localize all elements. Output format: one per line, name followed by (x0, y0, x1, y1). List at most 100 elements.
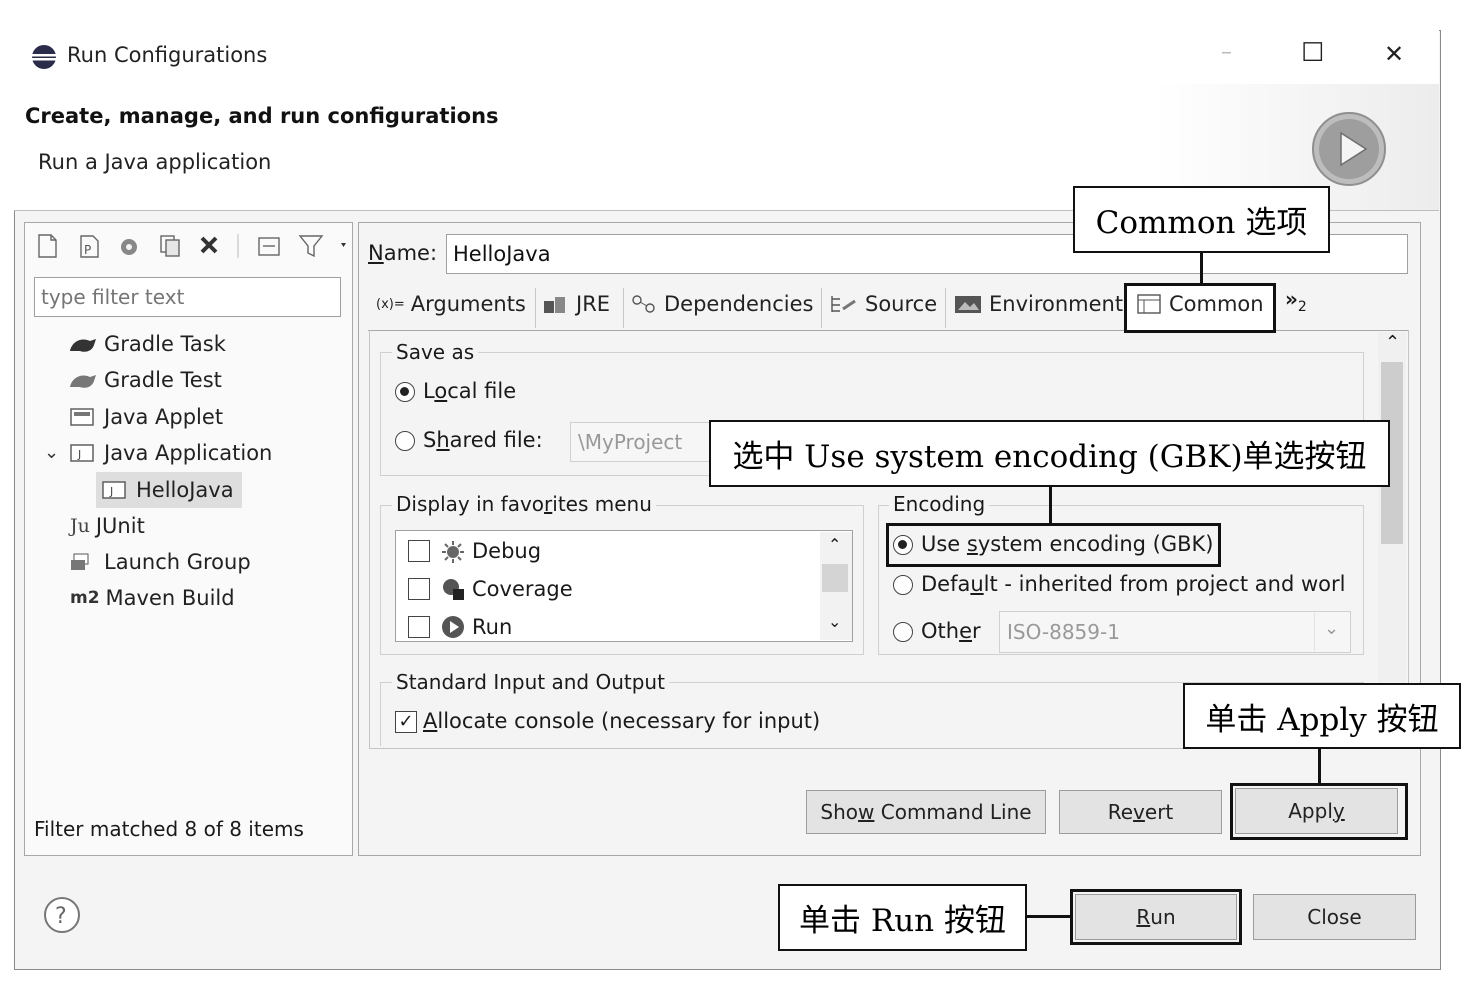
header-subtitle: Run a Java application (38, 150, 272, 174)
tab-jre[interactable]: JRE (542, 292, 610, 316)
svg-text:?: ? (55, 904, 67, 929)
filter-icon (298, 235, 324, 258)
help-icon[interactable]: ? (42, 895, 82, 935)
launch-group-icon (71, 553, 89, 570)
favorites-label: Display in favorites menu (392, 492, 656, 516)
window-title: Run Configurations (67, 43, 268, 67)
run-label: Run (472, 615, 513, 639)
callout-encoding-line (1049, 487, 1052, 524)
tree-item-maven-build[interactable]: m2 Maven Build (70, 586, 235, 610)
run-checkbox[interactable] (408, 616, 430, 638)
callout-apply: 单击 Apply 按钮 (1183, 683, 1461, 749)
duplicate-icon (160, 235, 180, 257)
other-encoding-radio[interactable] (893, 622, 913, 642)
gradle-icon (70, 339, 96, 352)
chevron-down-icon[interactable]: ⌄ (44, 442, 59, 463)
view-menu-icon (341, 243, 346, 247)
dependencies-icon (632, 295, 655, 313)
filter-status: Filter matched 8 of 8 items (34, 817, 304, 841)
title-bar: Run Configurations – ☐ ✕ (14, 30, 1439, 84)
collapse-all-icon (258, 237, 280, 256)
favorites-scrollbar[interactable]: ⌃ ⌄ (820, 532, 852, 640)
callout-run: 单击 Run 按钮 (778, 884, 1027, 951)
maximize-button[interactable]: ☐ (1301, 38, 1324, 68)
run-icon (442, 616, 464, 638)
tree-item-java-application[interactable]: J Java Application (68, 441, 272, 465)
java-applet-icon (70, 408, 94, 426)
header-title: Create, manage, and run configurations (25, 104, 499, 128)
default-encoding-label: Default - inherited from project and wor… (921, 572, 1346, 596)
local-file-radio[interactable] (395, 382, 415, 402)
scroll-up-icon[interactable]: ⌃ (1385, 332, 1400, 353)
apply-highlight (1230, 783, 1408, 840)
coverage-icon (443, 579, 464, 600)
tree-item-launch-group[interactable]: Launch Group (68, 550, 251, 574)
environment-icon (955, 296, 981, 313)
config-tree: Gradle Task Gradle Test Java Applet ⌄ J … (34, 328, 344, 628)
junit-icon: Ju (70, 515, 90, 537)
callout-common-line (1200, 253, 1203, 284)
run-banner-icon (1312, 112, 1386, 186)
run-highlight (1070, 889, 1242, 945)
export-icon (121, 239, 137, 255)
debug-label: Debug (472, 539, 542, 563)
scroll-up-icon[interactable]: ⌃ (828, 535, 841, 554)
std-io-label: Standard Input and Output (392, 670, 669, 694)
tab-dependencies[interactable]: Dependencies (630, 292, 813, 316)
debug-icon (442, 541, 464, 563)
new-config-icon (38, 234, 57, 258)
callout-run-line (1027, 915, 1071, 918)
tree-item-gradle-test[interactable]: Gradle Test (68, 368, 222, 392)
shared-file-radio[interactable] (395, 431, 415, 451)
more-tabs-button[interactable]: »2 (1285, 287, 1307, 315)
svg-text:J: J (77, 448, 81, 461)
local-file-label: Local file (423, 379, 517, 403)
show-command-line-button[interactable]: Sho w Command Line (806, 790, 1046, 834)
java-app-icon: J (102, 481, 126, 499)
gradle-icon (70, 375, 96, 388)
maven-icon: m2 (70, 588, 100, 608)
jre-icon (544, 297, 565, 313)
java-app-icon: J (70, 444, 94, 462)
debug-checkbox[interactable] (408, 540, 430, 562)
filter-input[interactable] (34, 277, 341, 317)
tree-item-junit[interactable]: Ju JUnit (70, 514, 145, 538)
new-prototype-icon: P (80, 235, 99, 258)
callout-common: Common 选项 (1073, 186, 1330, 253)
delete-icon (200, 236, 218, 254)
allocate-console-label: Allocate console (necessary for input) (423, 709, 821, 733)
arguments-icon: (x)= (376, 296, 405, 312)
revert-button[interactable]: Re v ert (1059, 790, 1222, 834)
default-encoding-radio[interactable] (893, 575, 913, 595)
tree-item-gradle-task[interactable]: Gradle Task (68, 332, 226, 356)
scrollbar-thumb[interactable] (822, 564, 848, 592)
tab-arguments[interactable]: (x)= Arguments (376, 292, 526, 316)
tree-item-java-applet[interactable]: Java Applet (68, 405, 223, 429)
save-as-label: Save as (392, 340, 479, 364)
source-icon (831, 296, 856, 312)
left-toolbar: P (38, 234, 346, 258)
chevron-down-icon[interactable]: ⌄ (1324, 618, 1339, 639)
close-button[interactable]: Close (1253, 894, 1416, 940)
callout-encoding: 选中 Use system encoding (GBK)单选按钮 (709, 420, 1390, 487)
tab-environment[interactable]: Environment (953, 292, 1123, 316)
minimize-button[interactable]: – (1221, 40, 1232, 65)
name-label: Name: (368, 241, 438, 265)
allocate-console-checkbox[interactable]: ✓ (395, 711, 417, 733)
scroll-down-icon[interactable]: ⌄ (828, 612, 841, 631)
coverage-checkbox[interactable] (408, 578, 430, 600)
encoding-label: Encoding (889, 492, 990, 516)
other-encoding-select[interactable]: ISO-8859-1 ⌄ (999, 611, 1351, 653)
tree-item-hellojava[interactable]: J HelloJava (96, 472, 242, 508)
tab-source[interactable]: Source (829, 292, 937, 316)
callout-apply-line (1318, 749, 1321, 784)
shared-file-input[interactable]: \MyProject (570, 422, 720, 462)
svg-text:J: J (109, 485, 113, 498)
other-encoding-label: Other (921, 619, 981, 643)
close-window-button[interactable]: ✕ (1384, 40, 1404, 68)
system-encoding-highlight (886, 523, 1221, 567)
coverage-label: Coverage (472, 577, 573, 601)
eclipse-icon (32, 45, 56, 69)
svg-text:P: P (84, 243, 91, 257)
shared-file-label: Shared file: (423, 428, 543, 452)
